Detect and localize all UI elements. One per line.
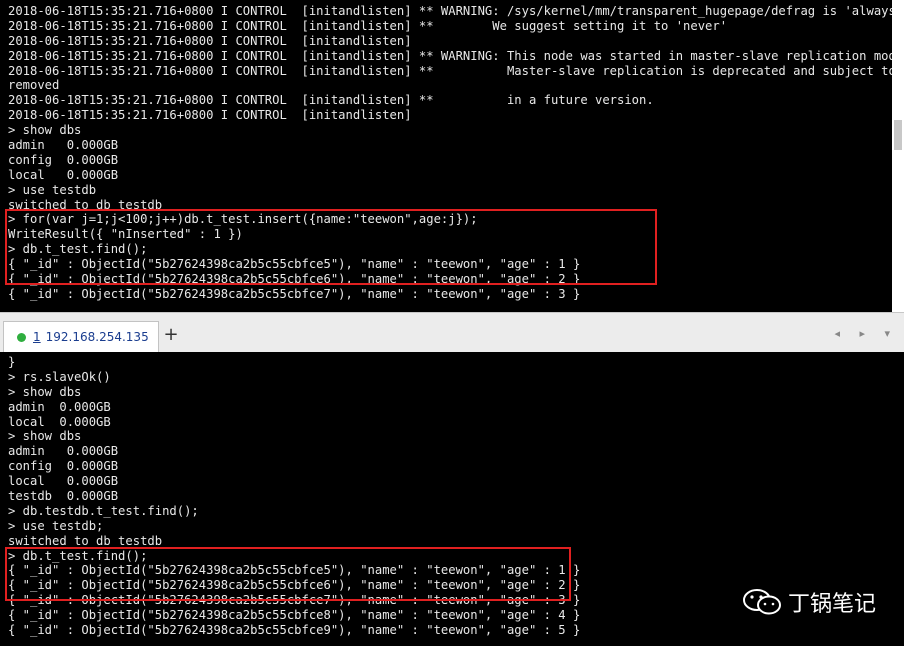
terminal-line: admin 0.000GB	[8, 138, 119, 153]
session-tab[interactable]: 1 192.168.254.135	[3, 321, 159, 352]
terminal-line: > show dbs	[8, 123, 82, 138]
wechat-icon	[742, 587, 782, 617]
terminal-line: admin 0.000GB	[8, 399, 111, 414]
terminal-line: local 0.000GB	[8, 474, 119, 489]
tab-scroll-arrows-icon[interactable]: ◂ ▸ ▾	[834, 327, 898, 340]
watermark-text: 丁锅笔记	[787, 592, 876, 617]
top-terminal-scrollbar[interactable]	[892, 0, 904, 312]
terminal-line: > use testdb;	[8, 518, 104, 533]
highlight-box-top	[5, 209, 657, 285]
terminal-line: 2018-06-18T15:35:21.716+0800 I CONTROL […	[8, 48, 904, 63]
terminal-line: 2018-06-18T15:35:21.716+0800 I CONTROL […	[8, 93, 654, 108]
terminal-line: 2018-06-18T15:35:21.716+0800 I CONTROL […	[8, 4, 904, 18]
terminal-line: }	[8, 355, 16, 369]
terminal-line: admin 0.000GB	[8, 444, 119, 459]
terminal-line: local 0.000GB	[8, 167, 119, 182]
add-tab-button[interactable]: +	[160, 324, 182, 346]
terminal-line: 2018-06-18T15:35:21.716+0800 I CONTROL […	[8, 108, 412, 123]
terminal-line: 2018-06-18T15:35:21.716+0800 I CONTROL […	[8, 63, 904, 78]
terminal-line: { "_id" : ObjectId("5b27624398ca2b5c55cb…	[8, 623, 581, 638]
watermark: 丁锅笔记	[742, 586, 876, 618]
highlight-box-bottom	[5, 547, 571, 601]
terminal-line: 2018-06-18T15:35:21.716+0800 I CONTROL […	[8, 33, 412, 48]
terminal-line: > rs.slaveOk()	[8, 369, 111, 384]
terminal-line: config 0.000GB	[8, 459, 119, 474]
terminal-line: config 0.000GB	[8, 152, 119, 167]
terminal-line: removed	[8, 78, 60, 93]
terminal-line: local 0.000GB	[8, 414, 111, 429]
terminal-line: testdb 0.000GB	[8, 489, 119, 504]
session-tab-number: 1	[33, 330, 41, 344]
terminal-line: 2018-06-18T15:35:21.716+0800 I CONTROL […	[8, 18, 728, 33]
terminal-line: > show dbs	[8, 429, 82, 444]
terminal-line: > use testdb	[8, 182, 97, 197]
session-tab-bar: 1 192.168.254.135 + ◂ ▸ ▾	[0, 312, 904, 354]
connected-status-icon	[17, 332, 26, 342]
terminal-line: > db.testdb.t_test.find();	[8, 503, 199, 518]
terminal-line: > show dbs	[8, 384, 82, 399]
terminal-line: { "_id" : ObjectId("5b27624398ca2b5c55cb…	[8, 286, 581, 301]
session-tab-label: 192.168.254.135	[45, 330, 149, 344]
scrollbar-thumb[interactable]	[894, 120, 902, 150]
